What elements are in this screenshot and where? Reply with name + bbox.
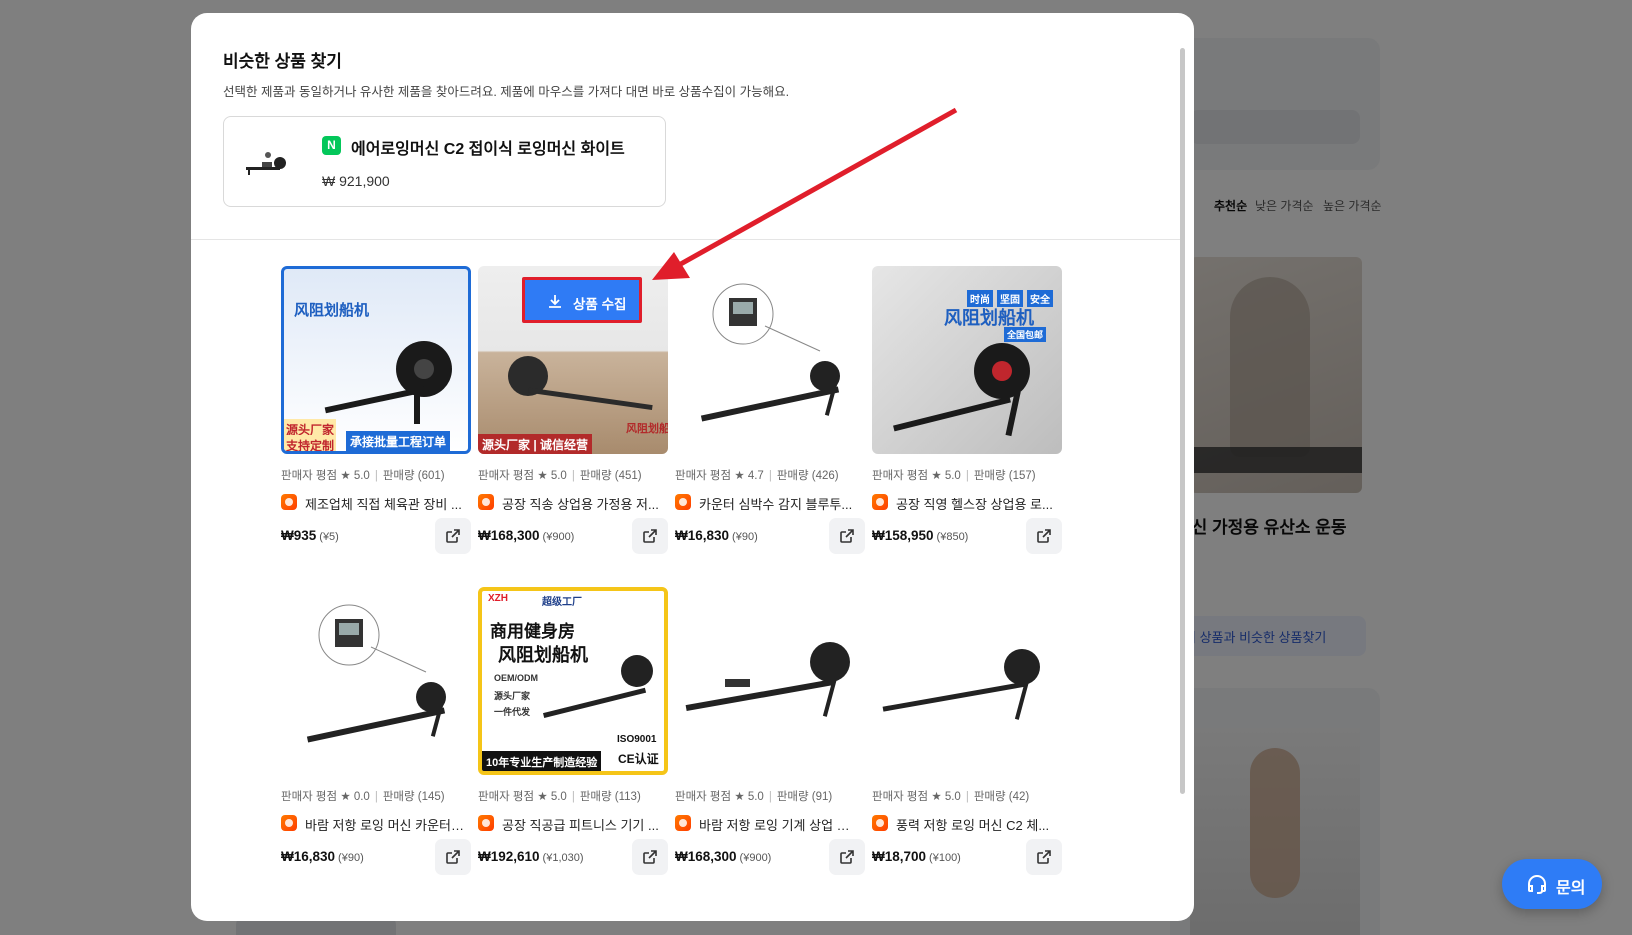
inquiry-button-label: 문의 <box>1556 880 1586 897</box>
inquiry-button[interactable]: 문의 <box>1502 859 1602 909</box>
annotation-arrow-icon <box>652 107 958 280</box>
headset-icon <box>1528 875 1546 894</box>
